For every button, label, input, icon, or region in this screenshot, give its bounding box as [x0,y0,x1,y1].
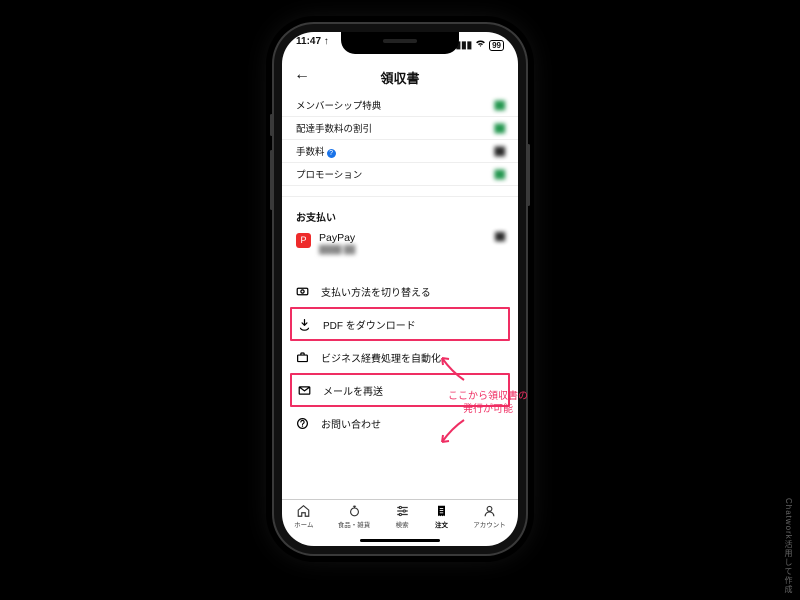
tab-account[interactable]: アカウント [473,504,506,529]
search-tab-icon [395,504,410,521]
tab-home[interactable]: ホーム [294,504,313,529]
phone-screen: 11:47 ↑ ▮▮▮ 99 ← 領収書 メンバーシップ特典 ▇▇ 配達手数料の… [282,32,518,546]
payment-method-row[interactable]: P PayPay ████ ██ ▇▇ [282,230,518,264]
summary-value: ▇▇ [495,146,504,157]
wifi-icon [475,39,486,51]
summary-row-fee: 手数料? ▇▇ [282,140,518,163]
receipt-icon [434,504,449,521]
tab-label: アカウント [473,522,506,529]
home-indicator [360,539,440,542]
mail-icon [298,384,311,397]
tab-bar: ホーム 食品・雑貨 検索 注文 [282,499,518,546]
tab-orders[interactable]: 注文 [434,504,449,529]
contact-label: お問い合わせ [321,416,381,431]
payment-method-sub: ████ ██ [319,245,355,254]
help-circle-icon [296,417,309,430]
download-icon [298,318,311,331]
nav-bar: ← 領収書 [282,62,518,92]
page-title: 領収書 [380,68,419,87]
highlight-pdf: PDF をダウンロード [290,307,510,341]
switch-payment-label: 支払い方法を切り替える [321,284,431,299]
switch-icon [296,285,309,298]
tab-grocery[interactable]: 食品・雑貨 [338,504,371,529]
home-icon [294,504,313,521]
account-icon [473,504,506,521]
side-button-right [527,144,530,206]
watermark: Chatwork活用して作成 [783,498,794,594]
back-button[interactable]: ← [294,66,310,84]
content-area: メンバーシップ特典 ▇▇ 配達手数料の割引 ▇▇ 手数料? ▇▇ プロモーション… [282,94,518,504]
payment-section-title: お支払い [282,197,518,230]
summary-value: ▇▇ [495,169,504,180]
help-icon[interactable]: ? [327,149,336,158]
download-pdf-label: PDF をダウンロード [323,317,416,332]
summary-value: ▇▇ [495,100,504,111]
tab-label: 注文 [435,522,448,529]
automate-expense-button[interactable]: ビジネス経費処理を自動化 [282,342,518,372]
switch-payment-button[interactable]: 支払い方法を切り替える [282,276,518,306]
summary-label: メンバーシップ特典 [296,98,381,112]
battery-icon: 99 [489,40,504,51]
notch [341,32,459,54]
phone-device-frame: 11:47 ↑ ▮▮▮ 99 ← 領収書 メンバーシップ特典 ▇▇ 配達手数料の… [274,24,526,554]
tab-label: 検索 [396,522,409,529]
grocery-icon [338,504,371,521]
tab-search[interactable]: 検索 [395,504,410,529]
briefcase-icon [296,351,309,364]
status-indicators: ▮▮▮ 99 [456,36,504,54]
resend-mail-label: メールを再送 [323,383,383,398]
summary-label: プロモーション [296,167,362,181]
spacer [282,186,518,197]
summary-row-membership: メンバーシップ特典 ▇▇ [282,94,518,117]
tab-label: 食品・雑貨 [338,522,371,529]
payment-method-text: PayPay ████ ██ [319,232,355,254]
annotation-text: ここから領収書の発行が可能 [448,390,528,416]
summary-label: 手数料? [296,144,336,158]
summary-row-delivery-discount: 配達手数料の割引 ▇▇ [282,117,518,140]
status-time: 11:47 ↑ [296,36,329,54]
summary-value: ▇▇ [495,123,504,134]
summary-label: 配達手数料の割引 [296,121,372,135]
payment-amount: ▇▇ [495,232,504,242]
paypay-icon: P [296,233,311,248]
download-pdf-button[interactable]: PDF をダウンロード [292,309,508,339]
automate-expense-label: ビジネス経費処理を自動化 [321,350,441,365]
spacer [282,264,518,276]
payment-method-name: PayPay [319,232,355,244]
summary-row-promotion: プロモーション ▇▇ [282,163,518,186]
tab-label: ホーム [294,522,313,529]
